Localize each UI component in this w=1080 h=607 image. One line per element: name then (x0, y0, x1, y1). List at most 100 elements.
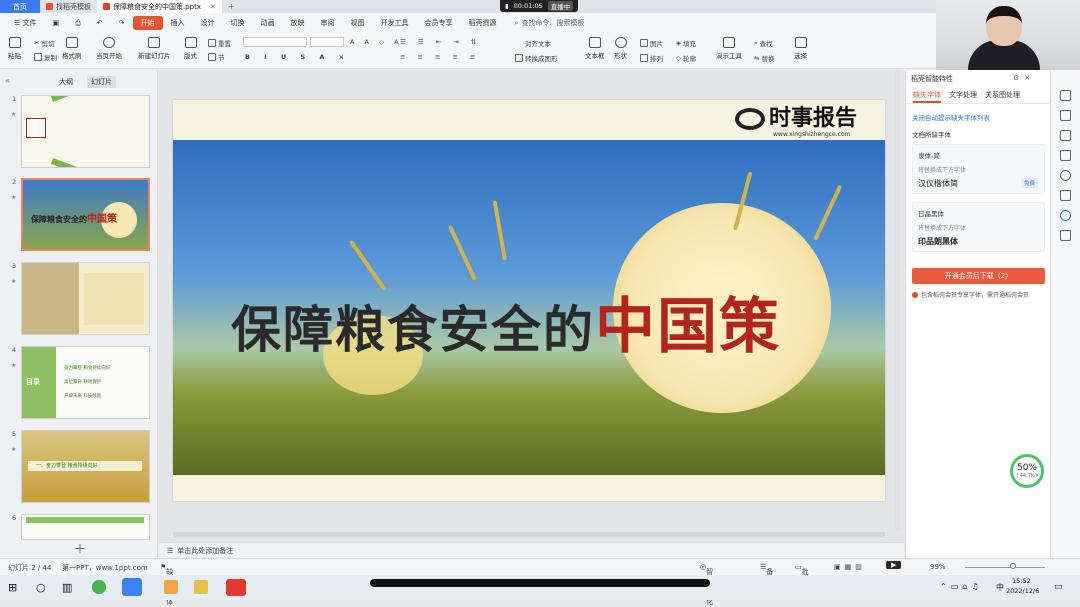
tab-template[interactable]: 找稻壳模板 (40, 0, 97, 13)
find-button[interactable]: ⌕ 查找 (754, 38, 773, 49)
zoom-slider-handle[interactable] (1010, 563, 1016, 569)
free-badge[interactable]: 免费 (1020, 178, 1038, 188)
menu-transition[interactable]: 切换 (223, 16, 253, 30)
current-slide[interactable]: 时事报告 www.xingshizhengce.com 保障粮食安全的中国策 (173, 100, 885, 501)
section-button[interactable]: 节 (208, 52, 225, 62)
menu-view[interactable]: 视图 (343, 16, 373, 30)
zoom-value[interactable]: 99% (930, 563, 946, 571)
search-icon[interactable]: ○ (36, 581, 46, 594)
copy-icon[interactable] (1060, 150, 1071, 161)
menu-review[interactable]: 审阅 (313, 16, 343, 30)
font-family-select[interactable] (243, 37, 307, 47)
menu-insert[interactable]: 插入 (163, 16, 193, 30)
font-card[interactable]: 隶体-简 将替换成下方字体 汉仪楷体简 免费 (912, 144, 1045, 194)
ime-indicator[interactable]: 中 (996, 582, 1004, 593)
list-buttons[interactable]: ☰ ☰ ⇤ ⇥ ⇅ (400, 38, 481, 46)
font-size-controls[interactable]: A A ◇ A (350, 38, 403, 46)
smart-feature-icon[interactable] (1060, 210, 1071, 221)
undo-icon[interactable]: ↶ (89, 17, 111, 29)
slide-title[interactable]: 保障粮食安全的中国策 (231, 278, 781, 365)
presenter-tools-button[interactable]: 演示工具 (716, 37, 742, 60)
outline-button[interactable]: ◇ 轮廓 (676, 53, 696, 63)
tab-text-processing[interactable]: 文字处理 (949, 90, 977, 103)
tab-slides[interactable]: 幻灯片 (87, 76, 116, 88)
app-icon[interactable] (122, 578, 142, 596)
slideshow-play-button[interactable]: ▶ (886, 561, 902, 569)
windows-start-icon[interactable]: ⊞ (8, 581, 17, 594)
text-style-buttons[interactable]: B I U S A × (245, 53, 350, 61)
layout-button[interactable]: 版式 (184, 37, 197, 60)
slide-thumbnail[interactable]: 一、奋力攀登 粮食持续向好 (21, 430, 150, 503)
slide-thumbnail-selected[interactable]: 保障粮食安全的中国策 (21, 178, 150, 251)
app-icon[interactable] (164, 580, 178, 594)
replace-button[interactable]: ⇆ 替换 (754, 53, 774, 63)
redo-icon[interactable]: ↷ (111, 17, 133, 29)
print-icon[interactable]: ⎙ (67, 17, 89, 30)
wps-icon[interactable] (226, 579, 246, 596)
tab-document[interactable]: 保障粮食安全的中国策.pptx ✕ (97, 0, 222, 13)
vertical-scrollbar[interactable] (895, 70, 900, 530)
beautify-button[interactable]: ◎ 智能美化 (700, 563, 713, 606)
menu-design[interactable]: 设计 (193, 16, 223, 30)
panel-controls[interactable]: ⚙✕ (1013, 74, 1047, 82)
notes-toggle[interactable]: ☰ 备注 (760, 563, 773, 586)
fill-button[interactable]: ◈ 填充 (676, 38, 696, 48)
arrange-button[interactable]: 排列 (640, 53, 663, 63)
textbox-button[interactable]: 文本框 (585, 37, 605, 60)
tab-relation-processing[interactable]: 关系图处理 (985, 90, 1020, 103)
slide-thumbnail[interactable] (21, 514, 150, 540)
notes-bar[interactable]: ☰ 单击此处添加备注 (159, 542, 904, 558)
missing-font-status[interactable]: ⚑ 缺失字体 (160, 563, 173, 606)
view-mode-buttons[interactable]: ▣▦▥ (834, 563, 866, 571)
close-icon[interactable]: ✕ (210, 3, 216, 11)
save-icon[interactable]: ▣ (45, 17, 68, 29)
menu-docer[interactable]: 稻壳资源 (461, 16, 505, 30)
task-view-icon[interactable]: ▥ (62, 581, 72, 594)
presentation-icon[interactable] (1060, 190, 1071, 201)
property-icon[interactable] (1060, 90, 1071, 101)
text-direction-button[interactable]: 对齐文本 (525, 38, 551, 48)
menu-home[interactable]: 开始 (132, 16, 163, 30)
help-icon[interactable] (1060, 170, 1071, 181)
tab-outline[interactable]: 大纲 (55, 76, 77, 88)
copy-button[interactable]: 复制 (34, 52, 57, 62)
notification-icon[interactable]: ▭ (1054, 582, 1063, 592)
disable-autoprompt-link[interactable]: 关闭自动提示缺失字体列表 (912, 112, 990, 122)
menu-animation[interactable]: 动画 (253, 16, 283, 30)
zoom-slider[interactable] (965, 567, 1045, 568)
reset-button[interactable]: 重置 (208, 38, 231, 48)
menu-developer[interactable]: 开发工具 (373, 16, 417, 30)
align-buttons[interactable]: ≡ ≡ ≡ ≡ ≡ (400, 53, 481, 61)
slide-thumbnail[interactable] (21, 262, 150, 335)
menu-file[interactable]: ☰ 文件 (6, 16, 45, 30)
folder-icon[interactable] (194, 580, 208, 594)
tab-missing-fonts[interactable]: 缺失字体 (913, 90, 941, 103)
animation-icon[interactable] (1060, 130, 1071, 141)
convert-smartart-button[interactable]: 转换成图形 (515, 53, 558, 63)
cut-button[interactable]: ✂ 剪切 (34, 38, 54, 48)
slide-thumbnail[interactable] (21, 95, 150, 168)
browser-icon[interactable] (92, 580, 106, 594)
tray-icons[interactable]: ⌃▭⌂♫ (940, 582, 983, 591)
play-from-current-button[interactable]: 当页开始 (96, 37, 122, 60)
member-download-button[interactable]: 开通会员后下载（2） (912, 268, 1045, 284)
font-size-select[interactable] (310, 37, 344, 47)
style-icon[interactable] (1060, 110, 1071, 121)
select-button[interactable]: 选择 (794, 37, 807, 60)
new-slide-button[interactable]: 新建幻灯片 (138, 37, 171, 60)
tab-home[interactable]: 首页 (0, 0, 40, 13)
horizontal-scrollbar[interactable] (173, 532, 885, 537)
slide-thumbnail[interactable]: 目录 奋力攀登 粮食持续向好 高位攀升 耕地保护 开辟未来 科技赋能 (21, 346, 150, 419)
format-painter-button[interactable]: 格式刷 (62, 37, 82, 60)
picture-button[interactable]: 图片 (640, 38, 663, 48)
paste-button[interactable]: 粘贴 (8, 37, 21, 60)
note-icon[interactable] (1060, 230, 1071, 241)
new-tab-button[interactable]: ＋ (222, 0, 241, 13)
font-card[interactable]: 日晶黑体 将替换成下方字体 印品朗黑体 (912, 202, 1045, 252)
command-search[interactable]: ⌕ 查找命令、搜索模板 (515, 18, 585, 28)
menu-member[interactable]: 会员专享 (417, 16, 461, 30)
menu-slideshow[interactable]: 放映 (283, 16, 313, 30)
comments-toggle[interactable]: ▭ 批注 (795, 563, 809, 586)
shape-button[interactable]: 形状 (614, 37, 627, 60)
add-slide-button[interactable]: ＋ (74, 540, 86, 557)
